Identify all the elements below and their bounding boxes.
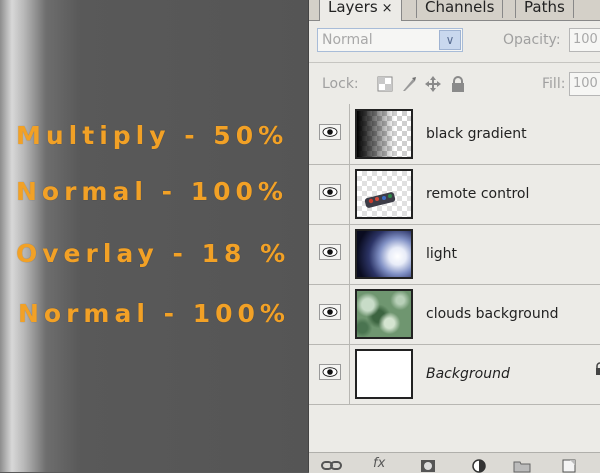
new-layer-icon[interactable] [561,459,577,473]
lock-position-move-icon[interactable] [425,76,441,92]
tab-paths[interactable]: Paths [515,0,574,18]
annotation-normal-1: Normal - 100% [16,177,288,206]
link-layers-icon[interactable] [321,459,343,473]
mask-icon[interactable] [420,459,436,473]
tab-channels[interactable]: Channels [416,0,504,18]
lock-label: Lock: [322,76,359,92]
panel-tabs: Layers × Channels Paths [309,0,600,21]
close-icon[interactable]: × [382,1,393,16]
eye-icon[interactable] [319,184,341,200]
layers-footer: fx [309,452,600,473]
chevron-down-icon[interactable]: ∨ [439,30,461,50]
visibility-cell[interactable] [309,224,350,284]
layer-name: light [426,246,458,262]
layer-name: clouds background [426,306,559,322]
lock-image-brush-icon[interactable] [401,76,417,92]
fill-input[interactable]: 100 [569,72,600,96]
tab-layers[interactable]: Layers × [319,0,402,21]
visibility-cell[interactable] [309,344,350,404]
layers-list: black gradient remote control light clou… [309,104,600,406]
layer-thumbnail-white [355,349,413,399]
tab-paths-label: Paths [524,0,565,16]
layer-thumbnail-light [355,229,413,279]
opacity-label: Opacity: [503,32,561,48]
layers-panel: Layers × Channels Paths Normal ∨ Opacity:… [308,0,600,473]
eye-icon[interactable] [319,244,341,260]
annotation-normal-2: Normal - 100% [18,299,290,328]
tab-layers-label: Layers [328,0,378,16]
lock-transparency-icon[interactable] [377,76,393,92]
layer-name: remote control [426,186,530,202]
layer-row[interactable]: light [309,224,600,285]
adjustment-layer-icon[interactable] [471,459,487,473]
eye-icon[interactable] [319,124,341,140]
fx-icon[interactable]: fx [373,456,385,471]
eye-icon[interactable] [319,304,341,320]
layer-row[interactable]: remote control [309,164,600,225]
blend-mode-value: Normal [322,32,373,48]
tab-channels-label: Channels [425,0,495,16]
layer-thumbnail-gradient [355,109,413,159]
lock-row: Lock: Fill: 100 [309,68,600,102]
opacity-input[interactable]: 100 [569,28,600,52]
annotation-multiply: Multiply - 50% [16,121,289,150]
divider [309,62,600,63]
layer-row[interactable]: Background [309,344,600,405]
fill-label: Fill: [542,76,566,92]
layer-name: black gradient [426,126,527,142]
layer-thumbnail-clouds [355,289,413,339]
layer-name: Background [426,366,510,382]
visibility-cell[interactable] [309,284,350,344]
group-folder-icon[interactable] [513,459,531,473]
visibility-cell[interactable] [309,164,350,224]
visibility-cell[interactable] [309,104,350,164]
blend-row: Normal ∨ Opacity: 100 [309,26,600,56]
layer-row[interactable]: clouds background [309,284,600,345]
blend-mode-select[interactable]: Normal ∨ [317,28,463,52]
canvas-background [0,0,308,472]
layer-row[interactable]: black gradient [309,104,600,165]
lock-icon [596,362,600,375]
layer-thumbnail-remote [355,169,413,219]
eye-icon[interactable] [319,364,341,380]
lock-all-icon[interactable] [450,76,466,92]
remote-control-image [364,192,396,208]
annotation-overlay: Overlay - 18 % [16,239,291,268]
